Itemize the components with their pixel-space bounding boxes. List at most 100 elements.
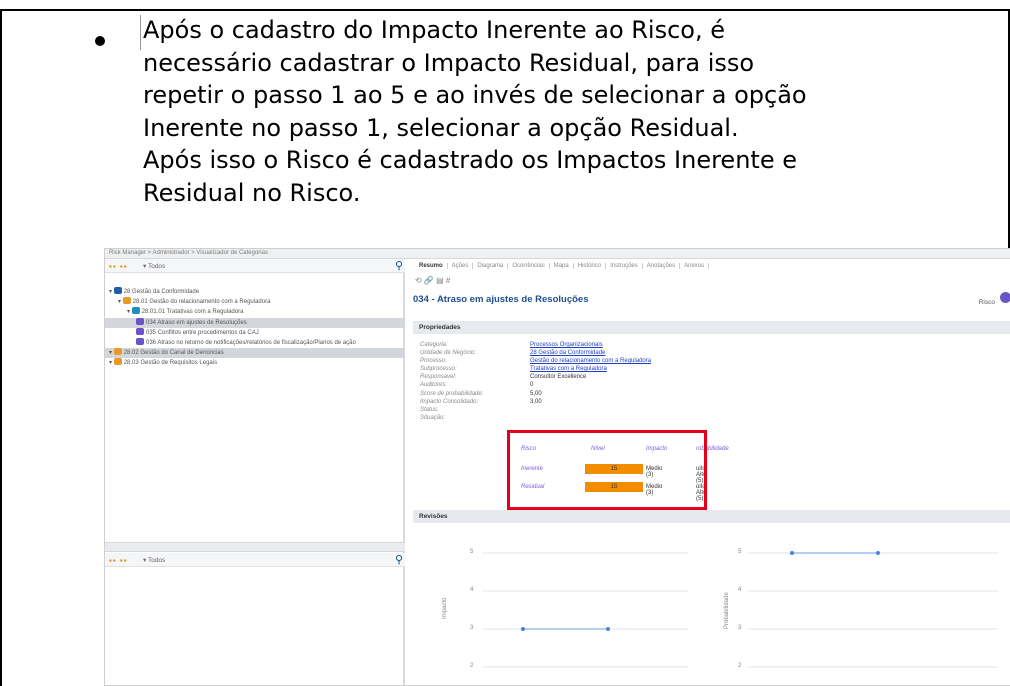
instruction-paragraph: Após o cadastro do Impacto Inerente ao R… [143,14,983,209]
paragraph-line: Inerente no passo 1, selecionar a opção … [143,113,739,142]
paragraph-line: necessário cadastrar o Impacto Residual,… [143,48,755,77]
filter-dropdown-value: Todos [147,557,166,564]
bullet-icon [95,36,105,46]
search-icon[interactable]: ⚲ [395,553,403,566]
category-icon [113,287,122,294]
property-row: Status: [420,406,651,414]
impact-tick: 4 [470,587,474,593]
probability-tick: 4 [738,587,742,593]
property-row: Responsável: Consultor Excellence [420,373,651,381]
expand-icon[interactable]: ▾ [109,350,114,356]
tab-instruções[interactable]: Instruções [606,263,643,269]
property-label: Unidade de Negócio: [420,350,477,357]
property-label: Impacto Consolidado: [420,398,479,405]
probability-point [790,551,794,555]
tree-item[interactable]: 035 Conflitos entre procedimentos da CAJ [105,327,405,338]
category-icon [136,327,144,335]
probability-chart-svg [748,551,998,668]
filter-icons[interactable]: ▪▪ ▪▪ [109,556,128,565]
tree-item-label: 28.01.01 Tratativas com a Reguladora [141,309,244,316]
panel-splitter[interactable] [105,542,405,552]
property-label: Responsável: [420,374,457,381]
search-icon[interactable]: ⚲ [395,259,403,272]
property-label: Auditores: [420,382,448,389]
risk-title: 034 - Atraso em ajustes de Resoluções [413,294,589,305]
tree-item-label: 034 Atraso em ajustes de Resoluções [146,319,247,326]
filter-icons[interactable]: ▪▪ ▪▪ [109,262,128,271]
impact-chart: 5 4 3 2 Impacto [428,529,708,685]
tree-item[interactable]: ▾ 28.03 Gestão de Requisitos Legais [105,358,405,368]
property-value[interactable]: Gestão do relacionamento com a Regulador… [530,358,651,364]
impact-point [521,627,525,631]
tree-item[interactable]: 036 Atraso no retorno de notificações/re… [105,337,405,348]
tree-item-label: 28 Gestão da Conformidade [123,289,200,295]
tab-histórico[interactable]: Histórico [574,263,607,269]
property-label: Subprocesso: [420,366,457,373]
tree-item[interactable]: 034 Atraso em ajustes de Resoluções [105,317,405,328]
probability-tick: 5 [738,549,742,555]
tree-item-label: 28.03 Gestão de Requisitos Legais [123,360,218,367]
probability-tick: 2 [738,663,742,669]
tree-item-label: 28.01 Gestão do relacionamento com a Reg… [132,299,271,306]
property-label: Status: [420,406,439,413]
toolbar-icons[interactable]: ⟲ 🔗 ▤ # [415,276,450,285]
tree-item[interactable]: ▾ 28.01.01 Tratativas com a Reguladora [105,307,405,317]
category-icon [113,348,122,356]
category-icon [122,297,131,305]
risk-label: Risco [978,299,995,306]
category-icon [131,307,140,315]
tab-anotações[interactable]: Anotações [643,263,681,269]
expand-icon[interactable]: ▾ [109,289,114,295]
paragraph-line: Após o cadastro do Impacto Inerente ao R… [143,16,725,44]
category-icon [113,358,122,366]
property-row: Categoria: Processos Organizacionais [420,341,651,349]
tab-mapa[interactable]: Mapa [550,263,574,269]
filter-dropdown-value: Todos [147,263,166,270]
tree-item-label: 036 Atraso no retorno de notificações/re… [146,339,356,346]
expand-icon[interactable]: ▾ [118,299,123,305]
category-icon [136,337,144,345]
section-header-revisions: Revisões [413,510,1010,523]
expand-icon[interactable]: ▾ [109,360,114,366]
properties-list: Categoria: Processos Organizacionais Unida… [420,341,651,422]
property-value[interactable]: 28 Gestão da Conformidade [530,350,605,356]
breadcrumb: Risk Manager > Administrador > Visualiza… [105,249,1010,259]
category-panel: ▪▪ ▪▪ ▾ Todos ⚲ ▾ 28 Gestão da Conformid… [105,259,405,685]
property-value[interactable]: Processos Organizacionais [530,342,603,348]
tab-ações[interactable]: Ações [448,263,474,269]
expand-icon[interactable]: ▾ [127,309,132,315]
tab-resumo[interactable]: Resumo [415,263,448,269]
property-label: Situação: [420,414,446,421]
risk-icon [1000,292,1010,303]
tab-diagrama[interactable]: Diagrama [473,263,509,269]
probability-point [876,551,880,555]
property-row: Unidade de Negócio: 28 Gestão da Conformi… [420,349,651,357]
highlight-box [507,430,707,510]
filter-bar-bottom: ▪▪ ▪▪ ▾ Todos ⚲ [105,553,405,567]
tab-anexos[interactable]: Anexos [680,263,710,269]
property-label: Score de probabilidade: [420,390,484,397]
property-value[interactable]: Tratativas com a Reguladora [530,366,607,372]
property-row: Auditores: 0 [420,381,651,389]
tree-item-label: 035 Conflitos entre procedimentos da CAJ [146,329,259,336]
filter-dropdown[interactable]: ▾ Todos [143,262,165,270]
property-row: Subprocesso: Tratativas com a Reguladora [420,365,651,373]
property-label: Categoria: [420,342,448,348]
probability-tick: 3 [738,625,742,631]
text-cursor [140,15,141,50]
tree-item-label: 28.02 Gestão do Canal de Denúncias [123,350,224,357]
tab-ocorrências[interactable]: Ocorrências [508,263,550,269]
breadcrumb-text: Risk Manager > Administrador > Visualiza… [109,250,268,256]
filter-bar-top: ▪▪ ▪▪ ▾ Todos ⚲ [105,259,405,273]
tree-item[interactable]: ▾ 28.01 Gestão do relacionamento com a R… [105,297,405,307]
impact-tick: 3 [470,625,474,631]
paragraph-line: repetir o passo 1 ao 5 e ao invés de sel… [143,81,807,109]
property-value: 3,00 [530,398,542,405]
paragraph-line: Após isso o Risco é cadastrado os Impact… [143,146,797,174]
tree-item[interactable]: ▾ 28 Gestão da Conformidade [105,287,405,297]
tree-item[interactable]: ▾ 28.02 Gestão do Canal de Denúncias [105,348,405,359]
property-row: Processo: Gestão do relacionamento com a … [420,357,651,365]
probability-ylabel: Probabilidade [724,592,730,629]
filter-dropdown[interactable]: ▾ Todos [143,556,165,564]
property-row: Impacto Consolidado: 3,00 [420,398,651,406]
